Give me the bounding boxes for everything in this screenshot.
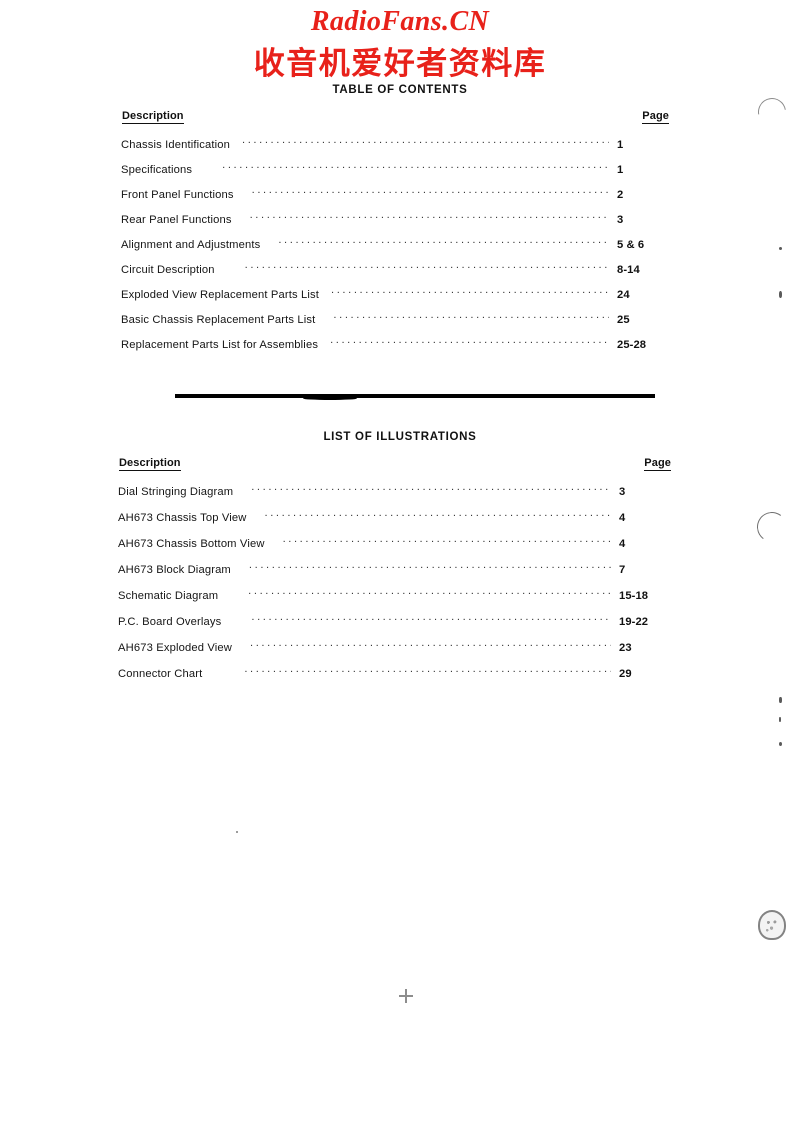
toc-entry-page: 3: [617, 214, 624, 226]
toc-entry-page: 2: [617, 189, 624, 201]
dot-leader: [244, 666, 611, 677]
illustration-row[interactable]: Schematic Diagram 15-18: [118, 588, 681, 602]
toc-column-header-page: Page: [642, 110, 669, 124]
scan-speck-artifact-icon: [779, 291, 782, 298]
watermark-chinese-text: 收音机爱好者资料库: [253, 46, 547, 82]
dot-leader: [251, 484, 611, 495]
dot-leader: [252, 187, 609, 198]
toc-row[interactable]: Circuit Description 8-14: [121, 262, 681, 276]
toc-entry-label: Front Panel Functions: [121, 189, 234, 201]
toc-column-headers: Description Page: [121, 110, 681, 124]
dot-leader: [222, 162, 609, 173]
document-page: RadioFans.CN 收音机爱好者资料库 TABLE OF CONTENTS…: [0, 0, 800, 1125]
dot-leader: [330, 337, 609, 348]
illustration-entry-page: 29: [619, 668, 632, 680]
table-of-contents-list: Description Page Chassis Identification …: [121, 110, 681, 362]
illustration-entry-page: 15-18: [619, 590, 649, 602]
toc-entry-label: Circuit Description: [121, 264, 215, 276]
toc-entry-label: Replacement Parts List for Assemblies: [121, 339, 319, 351]
toc-entry-page: 1: [617, 139, 624, 151]
list-of-illustrations-heading: LIST OF ILLUSTRATIONS: [323, 431, 477, 443]
scan-speck-artifact-icon: [779, 697, 782, 703]
scan-speck-artifact-icon: [779, 247, 782, 250]
illustration-entry-page: 3: [619, 486, 626, 498]
circular-stamp-artifact-icon: [758, 910, 786, 940]
toc-row[interactable]: Alignment and Adjustments 5 & 6: [121, 237, 681, 251]
illustration-entry-label: Connector Chart: [118, 668, 203, 680]
illustration-entry-label: AH673 Block Diagram: [118, 564, 231, 576]
illustration-entry-label: AH673 Exploded View: [118, 642, 232, 654]
list-of-illustrations-list: Description Page Dial Stringing Diagram …: [118, 457, 681, 692]
illustration-entry-label: P.C. Board Overlays: [118, 616, 222, 628]
illustration-entry-page: 4: [619, 512, 626, 524]
toc-column-header-description: Description: [122, 110, 184, 124]
dot-leader: [245, 262, 609, 273]
illustration-entry-label: AH673 Chassis Bottom View: [118, 538, 265, 550]
toc-row[interactable]: Rear Panel Functions 3: [121, 212, 681, 226]
toc-entry-label: Exploded View Replacement Parts List: [121, 289, 319, 301]
illustration-entry-page: 4: [619, 538, 626, 550]
dot-leader: [248, 588, 611, 599]
section-divider-rule: [175, 394, 655, 400]
toc-entry-label: Rear Panel Functions: [121, 214, 232, 226]
scan-speck-artifact-icon: [236, 831, 238, 833]
scan-arc-artifact-icon: [755, 510, 789, 544]
toc-entry-label: Alignment and Adjustments: [121, 239, 261, 251]
toc-entry-page: 1: [617, 164, 624, 176]
dot-leader: [251, 614, 611, 625]
illustration-entry-page: 19-22: [619, 616, 649, 628]
dot-leader: [242, 137, 609, 148]
table-of-contents-heading: TABLE OF CONTENTS: [332, 84, 468, 96]
toc-entry-page: 25-28: [617, 339, 647, 351]
watermark-latin-text: RadioFans.CN: [310, 6, 490, 37]
toc-row[interactable]: Chassis Identification 1: [121, 137, 681, 151]
toc-entry-page: 25: [617, 314, 630, 326]
illustration-row[interactable]: AH673 Exploded View 23: [118, 640, 681, 654]
toc-row[interactable]: Exploded View Replacement Parts List 24: [121, 287, 681, 301]
illustrations-column-header-description: Description: [119, 457, 181, 471]
toc-row[interactable]: Specifications 1: [121, 162, 681, 176]
toc-entry-label: Chassis Identification: [121, 139, 231, 151]
dot-leader: [249, 562, 611, 573]
illustration-entry-page: 23: [619, 642, 632, 654]
illustration-row[interactable]: P.C. Board Overlays 19-22: [118, 614, 681, 628]
toc-entry-page: 5 & 6: [617, 239, 645, 251]
illustration-entry-label: Schematic Diagram: [118, 590, 219, 602]
scan-speck-artifact-icon: [779, 717, 781, 722]
illustration-row[interactable]: Dial Stringing Diagram 3: [118, 484, 681, 498]
dot-leader: [331, 287, 609, 298]
illustration-entry-label: AH673 Chassis Top View: [118, 512, 247, 524]
illustration-entry-page: 7: [619, 564, 626, 576]
toc-row[interactable]: Front Panel Functions 2: [121, 187, 681, 201]
toc-row[interactable]: Basic Chassis Replacement Parts List 25: [121, 312, 681, 326]
dot-leader: [333, 312, 609, 323]
dot-leader: [278, 237, 609, 248]
toc-entry-page: 8-14: [617, 264, 640, 276]
illustration-row[interactable]: AH673 Chassis Top View 4: [118, 510, 681, 524]
illustration-row[interactable]: Connector Chart 29: [118, 666, 681, 680]
dot-leader: [250, 212, 609, 223]
scan-arc-artifact-icon: [752, 92, 792, 132]
illustration-row[interactable]: AH673 Chassis Bottom View 4: [118, 536, 681, 550]
toc-entry-label: Specifications: [121, 164, 193, 176]
dot-leader: [283, 536, 611, 547]
scan-speck-artifact-icon: [779, 742, 782, 746]
illustrations-column-headers: Description Page: [118, 457, 681, 471]
toc-entry-label: Basic Chassis Replacement Parts List: [121, 314, 316, 326]
dot-leader: [250, 640, 611, 651]
toc-row[interactable]: Replacement Parts List for Assemblies 25…: [121, 337, 681, 351]
illustration-entry-label: Dial Stringing Diagram: [118, 486, 234, 498]
dot-leader: [265, 510, 611, 521]
toc-entry-page: 24: [617, 289, 630, 301]
illustration-row[interactable]: AH673 Block Diagram 7: [118, 562, 681, 576]
registration-crosshair-icon: [399, 989, 413, 1003]
illustrations-column-header-page: Page: [644, 457, 671, 471]
